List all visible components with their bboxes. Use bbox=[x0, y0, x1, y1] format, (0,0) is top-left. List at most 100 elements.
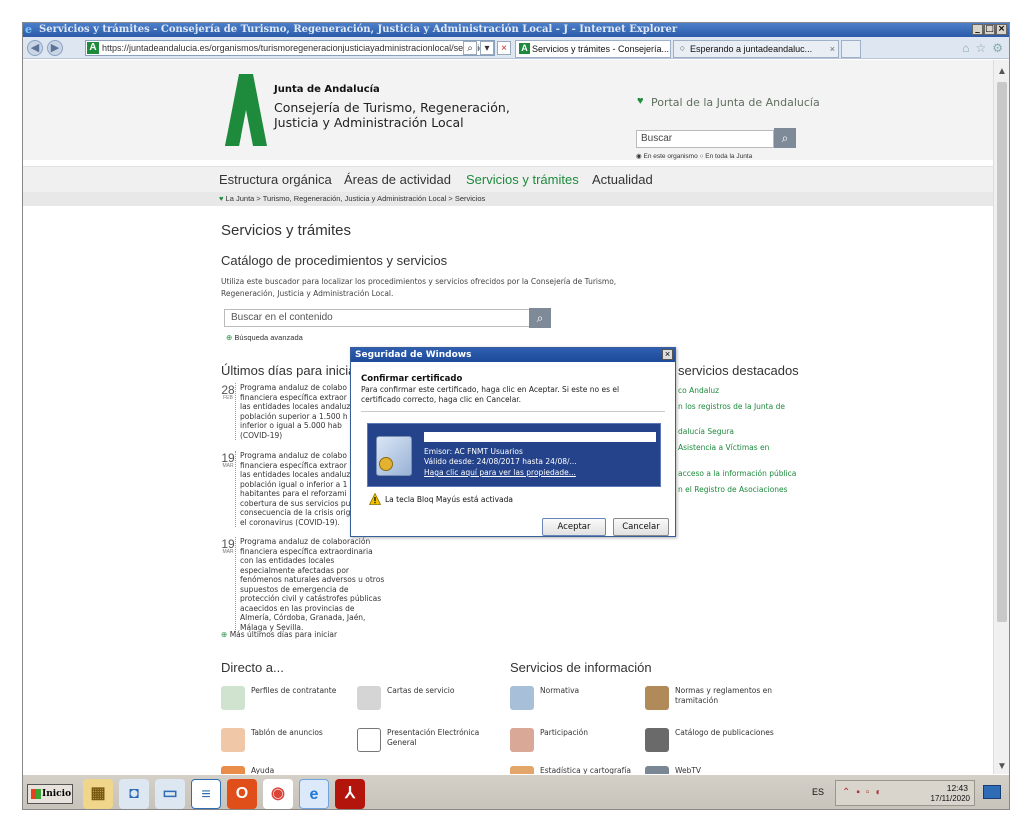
radio-all-junta[interactable]: ○ bbox=[700, 153, 704, 160]
office-icon[interactable]: O bbox=[227, 779, 257, 809]
window-title: Servicios y trámites - Consejería de Tur… bbox=[39, 24, 678, 35]
scroll-down-icon[interactable]: ▼ bbox=[997, 761, 1007, 772]
content-search-input[interactable]: Buscar en el contenido bbox=[224, 309, 530, 327]
site-search-button[interactable]: ⌕ bbox=[774, 128, 796, 148]
service-label: Normas y reglamentos en tramitación bbox=[675, 686, 773, 705]
page-viewport: Junta de Andalucía Consejería de Turismo… bbox=[23, 60, 993, 774]
clock-time[interactable]: 12:43 bbox=[947, 783, 968, 793]
menu-estructura[interactable]: Estructura orgánica bbox=[219, 172, 332, 187]
site-favicon-icon: A bbox=[87, 42, 99, 54]
page-title: Servicios y trámites bbox=[221, 222, 352, 239]
location-pin-icon: ♥ bbox=[637, 95, 644, 107]
destacado-link[interactable]: dalucía Segura bbox=[678, 427, 734, 436]
destacado-link[interactable]: co Andaluz bbox=[678, 386, 719, 395]
tray-icons[interactable]: ⌃▪▫◐ bbox=[842, 787, 888, 798]
dialog-message: Para confirmar este certificado, haga cl… bbox=[361, 385, 620, 404]
system-tray: ES ⌃▪▫◐ 12:43 17/11/2020 bbox=[812, 780, 975, 806]
navigation-bar: ◀ ▶ https://juntadeandalucia.es/organism… bbox=[23, 37, 1009, 59]
directo-title: Directo a... bbox=[221, 660, 284, 675]
dialog-body: Confirmar certificado Para confirmar est… bbox=[351, 362, 675, 536]
plus-icon: ⊕ bbox=[221, 630, 228, 639]
main-menu: Estructura orgánica Áreas de actividad S… bbox=[23, 166, 993, 192]
destacado-link[interactable]: Asistencia a Víctimas en bbox=[678, 443, 769, 452]
service-label: Tablón de anuncios bbox=[251, 728, 323, 737]
tab-loading[interactable]: ○ Esperando a juntadeandaluc... × bbox=[673, 40, 839, 58]
favorites-star-icon[interactable]: ☆ bbox=[975, 41, 986, 55]
language-indicator[interactable]: ES bbox=[812, 787, 824, 797]
close-window-button[interactable]: × bbox=[996, 24, 1007, 35]
dialog-title: Seguridad de Windows bbox=[351, 348, 675, 362]
search-icon[interactable]: ⌕ bbox=[463, 41, 477, 55]
cancel-button[interactable]: Cancelar bbox=[613, 518, 669, 536]
chrome-icon[interactable]: ◉ bbox=[263, 779, 293, 809]
breadcrumb-bar: ♥ La Junta > Turismo, Regeneración, Just… bbox=[23, 192, 993, 206]
settings-gear-icon[interactable]: ⚙ bbox=[992, 41, 1003, 55]
vertical-scrollbar[interactable]: ▲ ▼ bbox=[993, 60, 1009, 774]
start-button[interactable]: Inicio bbox=[27, 784, 73, 804]
back-icon[interactable]: ◀ bbox=[27, 40, 43, 56]
address-tools: ⌕ ▾ × bbox=[463, 41, 511, 55]
tab-servicios[interactable]: A Servicios y trámites - Consejería... bbox=[515, 40, 671, 58]
portal-link[interactable]: Portal de la Junta de Andalucía bbox=[651, 96, 820, 109]
advanced-search-label: Búsqueda avanzada bbox=[234, 333, 303, 342]
warning-icon bbox=[369, 493, 381, 505]
destacado-link[interactable]: n los registros de la Junta de bbox=[678, 402, 785, 411]
dropdown-icon[interactable]: ▾ bbox=[480, 41, 494, 55]
junta-logo-icon[interactable] bbox=[219, 70, 267, 150]
service-label: Participación bbox=[540, 728, 589, 737]
ultimos-dias-title: Últimos días para iniciar... bbox=[221, 363, 370, 378]
advanced-search-link[interactable]: ⊕ Búsqueda avanzada bbox=[226, 333, 303, 342]
radio-all-junta-label: En toda la Junta bbox=[705, 153, 753, 160]
search-scope: ◉ En este organismo ○ En toda la Junta bbox=[636, 152, 752, 160]
accept-button[interactable]: Aceptar bbox=[542, 518, 606, 536]
minimize-button[interactable]: _ bbox=[972, 24, 983, 35]
close-tab-icon[interactable]: × bbox=[830, 41, 835, 57]
folder-icon[interactable]: ▭ bbox=[155, 779, 185, 809]
service-label: Ayuda bbox=[251, 766, 275, 774]
radio-this-org[interactable]: ◉ bbox=[636, 153, 642, 160]
new-tab-button[interactable] bbox=[841, 40, 861, 58]
org-name: Junta de Andalucía bbox=[274, 84, 380, 95]
stop-icon[interactable]: × bbox=[497, 41, 511, 55]
content-search-button[interactable]: ⌕ bbox=[529, 308, 551, 328]
menu-actualidad[interactable]: Actualidad bbox=[592, 172, 653, 187]
home-icon[interactable]: ⌂ bbox=[962, 41, 969, 55]
outlook-icon[interactable]: ◘ bbox=[119, 779, 149, 809]
notice-board-icon bbox=[221, 728, 245, 752]
event-month: MAR bbox=[222, 463, 234, 469]
address-bar[interactable]: https://juntadeandalucia.es/organismos/t… bbox=[85, 40, 495, 56]
scroll-up-icon[interactable]: ▲ bbox=[997, 66, 1007, 77]
plus-icon: ⊕ bbox=[226, 333, 233, 342]
taskbar: Inicio ▦ ◘ ▭ ≡ O ◉ e ⅄ ES ⌃▪▫◐ 12:43 17/… bbox=[23, 774, 1009, 809]
maximize-button[interactable]: □ bbox=[984, 24, 995, 35]
event-item[interactable]: 19 MAR Programa andaluz de colaboración … bbox=[221, 537, 391, 632]
clock-date[interactable]: 17/11/2020 bbox=[931, 794, 970, 803]
certificate-icon bbox=[376, 436, 412, 476]
show-desktop-icon[interactable] bbox=[983, 785, 1001, 799]
destacado-link[interactable]: n el Registro de Asociaciones bbox=[678, 485, 788, 494]
scroll-thumb[interactable] bbox=[997, 82, 1007, 622]
service-letter-icon bbox=[357, 686, 381, 710]
breadcrumb[interactable]: ♥ La Junta > Turismo, Regeneración, Just… bbox=[219, 194, 485, 203]
menu-servicios[interactable]: Servicios y trámites bbox=[466, 172, 579, 187]
document-icon[interactable]: ≡ bbox=[191, 779, 221, 809]
tab-label: Esperando a juntadeandaluc... bbox=[690, 44, 813, 54]
regulation-icon bbox=[510, 686, 534, 710]
menu-areas[interactable]: Áreas de actividad bbox=[344, 172, 451, 187]
site-search-input[interactable]: Buscar bbox=[636, 130, 774, 148]
service-label: Presentación Electrónica General bbox=[387, 728, 480, 747]
event-month: FEB bbox=[223, 395, 233, 401]
dialog-close-button[interactable]: × bbox=[662, 349, 673, 360]
loading-icon: ○ bbox=[679, 43, 686, 53]
file-explorer-icon[interactable]: ▦ bbox=[83, 779, 113, 809]
acrobat-reader-icon[interactable]: ⅄ bbox=[335, 779, 365, 809]
internet-explorer-icon[interactable]: e bbox=[299, 779, 329, 809]
forward-icon[interactable]: ▶ bbox=[47, 40, 63, 56]
certificate-properties-link[interactable]: Haga clic aquí para ver las propiedade..… bbox=[424, 468, 576, 477]
breadcrumb-text: La Junta > Turismo, Regeneración, Justic… bbox=[225, 194, 486, 203]
mas-ultimos-link[interactable]: ⊕ Más últimos días para iniciar bbox=[221, 630, 337, 639]
certificate-tile[interactable]: Emisor: AC FNMT Usuarios Válido desde: 2… bbox=[367, 423, 661, 487]
destacado-link[interactable]: acceso a la información pública bbox=[678, 469, 796, 478]
service-label: WebTV bbox=[675, 766, 702, 774]
caps-lock-warning: La tecla Bloq Mayús está activada bbox=[385, 495, 513, 504]
